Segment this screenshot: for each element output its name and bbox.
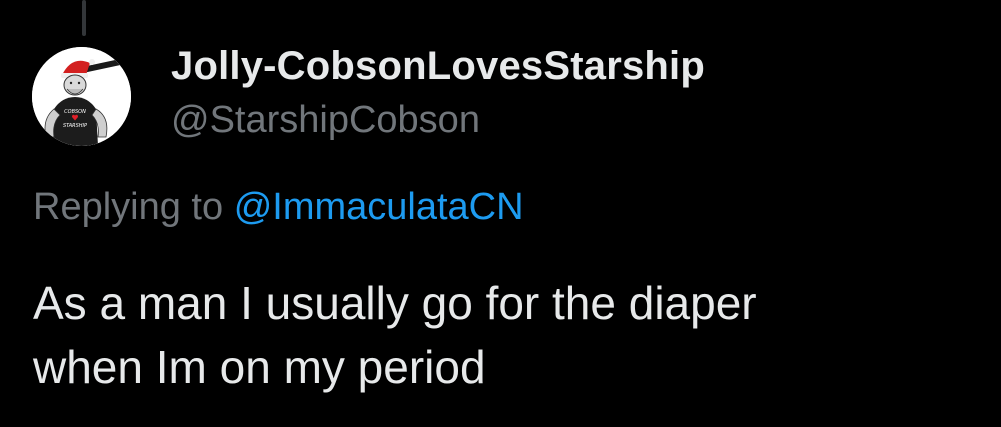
profile-picture-icon: COBSON STARSHIP (32, 47, 131, 146)
tweet-text-line: when Im on my period (33, 341, 486, 393)
tweet-text: As a man I usually go for the diaper whe… (33, 271, 983, 399)
reply-context-prefix: Replying to (33, 186, 224, 228)
avatar[interactable]: COBSON STARSHIP (32, 47, 131, 146)
reply-context: Replying to @ImmaculataCN (33, 186, 524, 229)
avatar-shirt-text-bottom: STARSHIP (63, 123, 87, 129)
avatar-shirt-text-top: COBSON (64, 109, 86, 115)
author-handle[interactable]: @StarshipCobson (171, 99, 480, 142)
thread-connector-line (82, 0, 86, 36)
author-display-name[interactable]: Jolly-CobsonLovesStarship (171, 44, 705, 89)
reply-mention-link[interactable]: @ImmaculataCN (234, 186, 524, 228)
tweet-text-line: As a man I usually go for the diaper (33, 277, 757, 329)
